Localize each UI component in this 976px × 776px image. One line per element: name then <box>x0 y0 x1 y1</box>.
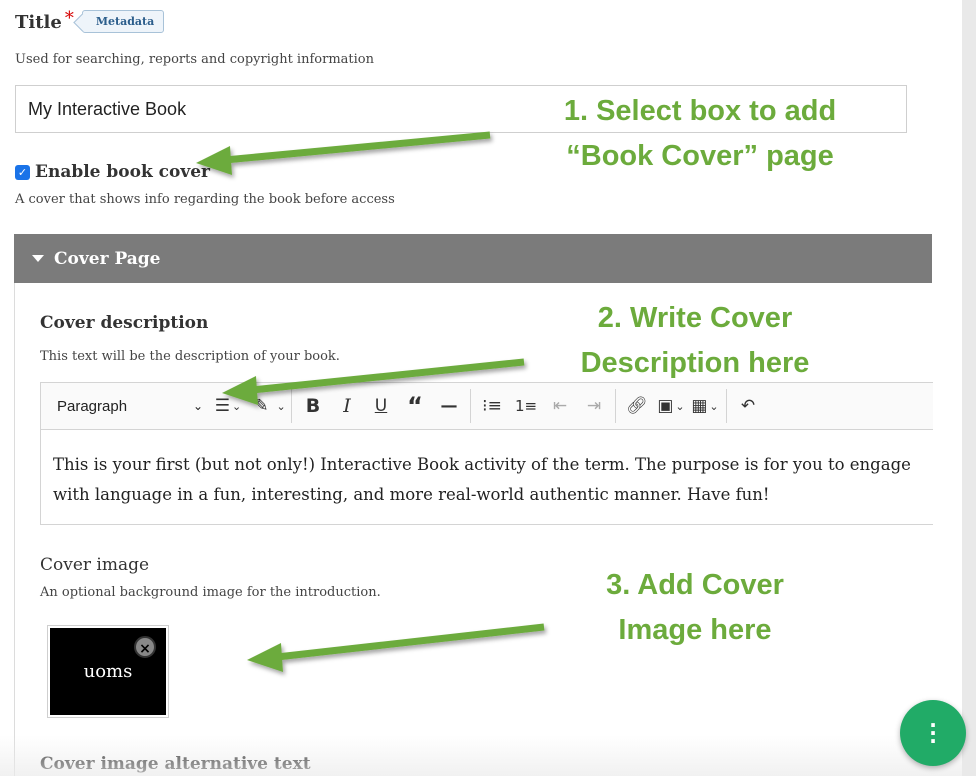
table-icon: ▦ <box>691 396 708 416</box>
scrollbar-rail[interactable] <box>962 0 976 776</box>
close-icon[interactable]: × <box>134 636 156 658</box>
numbered-list-icon: 1≡ <box>514 397 538 415</box>
numbered-list-button[interactable]: 1≡ <box>509 389 543 423</box>
align-icon: ☰ <box>214 396 231 416</box>
caret-down-icon <box>32 255 44 262</box>
chevron-down-icon: ⌄ <box>232 399 242 413</box>
link-button[interactable]: 🔗︎ <box>620 389 654 423</box>
title-input-value: My Interactive Book <box>28 98 187 119</box>
cover-image-help: An optional background image for the int… <box>40 585 381 600</box>
bold-button[interactable]: B <box>296 389 330 423</box>
chevron-down-icon: ⌄ <box>276 399 286 413</box>
media-icon: ▣ <box>657 396 674 416</box>
cover-image-title: Cover image <box>40 555 150 575</box>
outdent-button[interactable]: ⇤ <box>543 389 577 423</box>
chevron-down-icon: ⌄ <box>709 399 719 413</box>
callout-step-2: 2. Write Cover Description here <box>540 296 850 386</box>
horizontal-line-button[interactable]: — <box>432 389 466 423</box>
callout-step-1: 1. Select box to add “Book Cover” page <box>520 89 880 179</box>
italic-icon: I <box>343 395 351 417</box>
callout-step-3: 3. Add Cover Image here <box>560 563 830 653</box>
cover-description-editor[interactable]: This is your first (but not only!) Inter… <box>40 429 933 525</box>
underline-icon: U <box>374 396 388 416</box>
callout-step-1-line2: “Book Cover” page <box>566 140 834 172</box>
cover-image-preview: uoms × <box>50 628 166 715</box>
highlight-button[interactable]: ✎ ⌄ <box>253 389 287 423</box>
table-button[interactable]: ▦ ⌄ <box>688 389 722 423</box>
link-icon: 🔗︎ <box>626 396 648 416</box>
title-field-header: Title * Metadata <box>15 8 165 33</box>
cover-image-alt-text-title: Cover image alternative text <box>40 754 311 774</box>
blockquote-button[interactable]: “ <box>398 389 432 423</box>
outdent-icon: ⇤ <box>552 396 568 416</box>
arrow-step-1 <box>196 131 491 175</box>
underline-button[interactable]: U <box>364 389 398 423</box>
required-asterisk: * <box>64 8 74 29</box>
cover-description-title: Cover description <box>40 313 209 333</box>
book-cover-description: A cover that shows info regarding the bo… <box>15 192 395 207</box>
italic-button[interactable]: I <box>330 389 364 423</box>
more-options-button[interactable]: · · · <box>900 700 966 766</box>
thumbnail-text: uoms <box>83 661 133 682</box>
horizontal-line-icon: — <box>440 396 458 416</box>
callout-step-3-line1: 3. Add Cover <box>606 569 784 601</box>
toolbar-separator <box>291 389 292 423</box>
editor-toolbar: Paragraph ⌄ ☰ ⌄ ✎ ⌄ B I U “ — ⁝≡ 1≡ ⇤ ⇥ 🔗︎… <box>40 382 933 430</box>
quote-icon: “ <box>407 392 423 420</box>
chevron-down-icon: ⌄ <box>192 399 203 413</box>
title-description: Used for searching, reports and copyrigh… <box>15 52 374 67</box>
indent-button[interactable]: ⇥ <box>577 389 611 423</box>
indent-icon: ⇥ <box>586 396 602 416</box>
bullet-list-icon: ⁝≡ <box>482 396 502 416</box>
align-button[interactable]: ☰ ⌄ <box>211 389 245 423</box>
cover-description-content: This is your first (but not only!) Inter… <box>53 455 911 504</box>
chevron-down-icon: ⌄ <box>675 399 685 413</box>
arrow-step-3 <box>247 623 545 672</box>
toolbar-separator <box>470 389 471 423</box>
bullet-list-button[interactable]: ⁝≡ <box>475 389 509 423</box>
cover-page-header[interactable]: Cover Page <box>14 234 932 283</box>
callout-step-2-line1: 2. Write Cover <box>597 302 793 334</box>
paragraph-format-dropdown[interactable]: Paragraph ⌄ <box>49 398 211 415</box>
callout-step-1-line1: 1. Select box to add <box>563 95 837 127</box>
toolbar-separator <box>615 389 616 423</box>
paragraph-format-label: Paragraph <box>57 397 128 415</box>
toolbar-separator <box>726 389 727 423</box>
highlight-icon: ✎ <box>254 396 269 416</box>
enable-book-cover-label[interactable]: Enable book cover <box>35 162 210 182</box>
enable-book-cover-checkbox[interactable]: ✓ <box>15 164 30 180</box>
callout-step-2-line2: Description here <box>580 347 810 379</box>
cover-image-thumbnail[interactable]: uoms × <box>47 625 169 718</box>
cover-description-help: This text will be the description of you… <box>40 349 340 364</box>
media-button[interactable]: ▣ ⌄ <box>654 389 688 423</box>
more-vertical-icon: · · · <box>929 713 937 753</box>
cover-page-title: Cover Page <box>54 248 161 269</box>
enable-book-cover-row: ✓ Enable book cover <box>15 162 210 182</box>
metadata-button[interactable]: Metadata <box>81 10 165 33</box>
bold-icon: B <box>305 395 321 417</box>
callout-step-3-line2: Image here <box>618 614 772 646</box>
undo-icon: ↶ <box>740 396 756 416</box>
panel-border <box>14 283 15 776</box>
undo-button[interactable]: ↶ <box>731 389 765 423</box>
title-label: Title <box>15 12 62 33</box>
